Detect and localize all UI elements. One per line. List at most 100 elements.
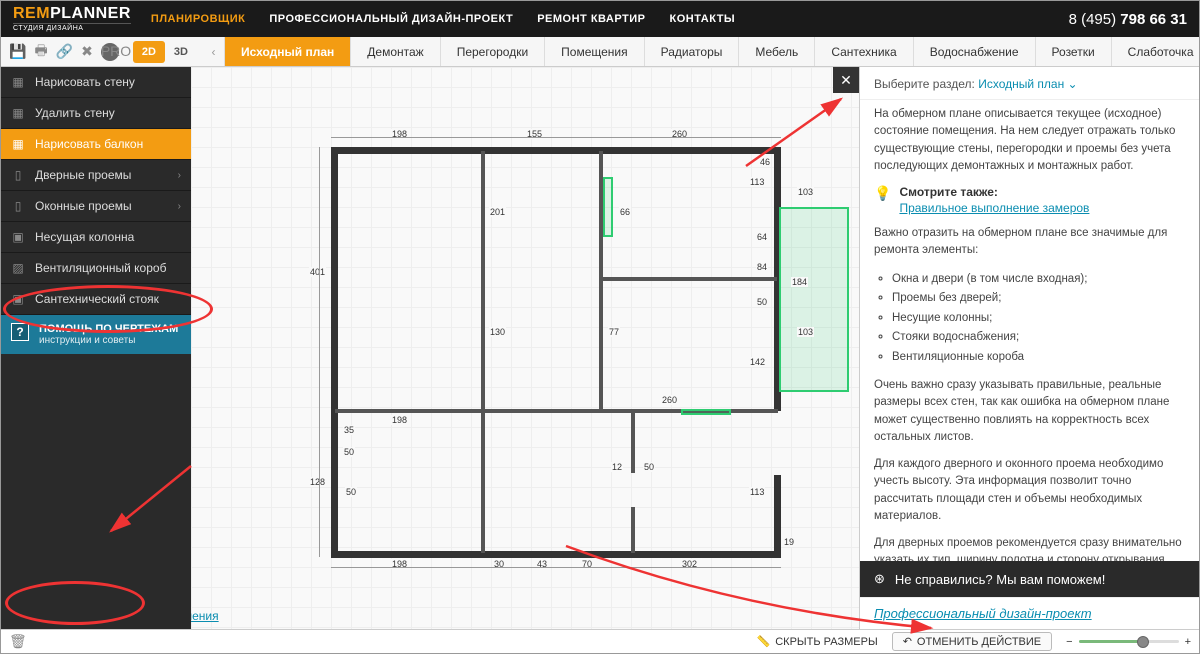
zoom-track[interactable] <box>1079 640 1179 643</box>
help-panel: ✕ Выберите раздел: Исходный план ⌄ На об… <box>859 67 1199 629</box>
section-select[interactable]: Исходный план ⌄ <box>978 77 1077 91</box>
see-also-title: Смотрите также: <box>899 185 1089 199</box>
sidebar-label: Сантехнический стояк <box>35 292 159 306</box>
help-text: На обмерном плане описывается текущее (и… <box>874 106 1185 175</box>
sidebar-item-column[interactable]: ▣ Несущая колонна <box>1 222 191 253</box>
zoom-thumb[interactable] <box>1137 636 1149 648</box>
ruler-icon: 📏 <box>757 635 771 648</box>
tab-plumbing[interactable]: Сантехника <box>815 37 913 66</box>
list-item: Проемы без дверей; <box>892 289 1185 309</box>
view-2d-button[interactable]: 2D <box>133 41 165 63</box>
nav-planner[interactable]: ПЛАНИРОВЩИК <box>151 13 245 25</box>
sidebar-label: Нарисовать стену <box>35 75 135 89</box>
support-icon: ⊛ <box>874 571 885 587</box>
chevron-right-icon: › <box>178 170 181 181</box>
vent-icon: ▨ <box>11 261 25 275</box>
hide-sizes-button[interactable]: 📏СКРЫТЬ РАЗМЕРЫ <box>757 635 878 648</box>
help-drawings-button[interactable]: ? ПОМОЩЬ ПО ЧЕРТЕЖАМ инструкции и советы <box>1 315 191 354</box>
logo[interactable]: REMPLANNER СТУДИЯ ДИЗАЙНА <box>13 6 131 32</box>
help-subtitle: инструкции и советы <box>39 335 178 346</box>
window-icon: ▯ <box>11 199 25 213</box>
sidebar-item-windows[interactable]: ▯ Оконные проемы › <box>1 191 191 222</box>
zoom-in-icon[interactable]: + <box>1185 636 1191 648</box>
help-cta-button[interactable]: ⊛ Не справились? Мы вам поможем! <box>860 561 1199 597</box>
tab-lowcurrent[interactable]: Слаботочка <box>1112 37 1199 66</box>
sidebar-label: Оконные проемы <box>35 199 132 213</box>
left-sidebar: ▦ Нарисовать стену ▦ Удалить стену ▦ Нарисо… <box>1 67 191 629</box>
floorplan-canvas[interactable]: 198 155 260 401 128 66 113 46 103 184 64… <box>191 67 859 629</box>
status-bar: 🗑 📏СКРЫТЬ РАЗМЕРЫ ↶ОТМЕНИТЬ ДЕЙСТВИЕ − + <box>1 629 1199 653</box>
tool-icons: 💾 🖶 🔗 ✖ PRO <box>1 37 127 66</box>
tab-partitions[interactable]: Перегородки <box>441 37 545 66</box>
tools-icon[interactable]: ✖ <box>81 43 93 60</box>
help-text: Для дверных проемов рекомендуется сразу … <box>874 535 1185 561</box>
list-item: Стояки водоснабжения; <box>892 328 1185 348</box>
tab-rooms[interactable]: Помещения <box>545 37 644 66</box>
section-select-label: Выберите раздел: <box>874 77 975 91</box>
main-nav: ПЛАНИРОВЩИК ПРОФЕССИОНАЛЬНЫЙ ДИЗАЙН-ПРОЕ… <box>151 13 735 25</box>
logo-text: REMPLANNER <box>13 6 131 22</box>
help-panel-header: Выберите раздел: Исходный план ⌄ <box>860 67 1199 100</box>
nav-design[interactable]: ПРОФЕССИОНАЛЬНЫЙ ДИЗАЙН-ПРОЕКТ <box>269 13 513 25</box>
nav-contacts[interactable]: КОНТАКТЫ <box>670 13 736 25</box>
sidebar-label: Дверные проемы <box>35 168 131 182</box>
toolbar: 💾 🖶 🔗 ✖ PRO 2D 3D ‹ Исходный план Демонт… <box>1 37 1199 67</box>
sidebar-item-vent[interactable]: ▨ Вентиляционный короб <box>1 253 191 284</box>
view-mode-switch: 2D 3D <box>133 37 197 66</box>
list-item: Несущие колонны; <box>892 309 1185 329</box>
sidebar-label: Удалить стену <box>35 106 115 120</box>
tab-demolition[interactable]: Демонтаж <box>351 37 440 66</box>
sidebar-item-pipe[interactable]: ▣ Сантехнический стояк <box>1 284 191 315</box>
tabs-scroll-left[interactable]: ‹ <box>203 37 225 66</box>
sidebar-item-doors[interactable]: ▯ Дверные проемы › <box>1 160 191 191</box>
help-text: Для каждого дверного и оконного проема н… <box>874 456 1185 525</box>
sidebar-label: Нарисовать балкон <box>35 137 143 151</box>
erase-icon: ▦ <box>11 106 25 120</box>
help-title: ПОМОЩЬ ПО ЧЕРТЕЖАМ <box>39 323 178 335</box>
lightbulb-icon: 💡 <box>874 185 891 202</box>
app-header: REMPLANNER СТУДИЯ ДИЗАЙНА ПЛАНИРОВЩИК ПР… <box>1 1 1199 37</box>
save-icon[interactable]: 💾 <box>9 43 26 60</box>
chevron-down-icon: ⌄ <box>1068 77 1078 91</box>
undo-button[interactable]: ↶ОТМЕНИТЬ ДЕЙСТВИЕ <box>892 632 1052 651</box>
question-icon: ? <box>11 323 29 341</box>
sidebar-item-delete-wall[interactable]: ▦ Удалить стену <box>1 98 191 129</box>
help-bullet-list: Окна и двери (в том числе входная); Прое… <box>892 270 1185 368</box>
chevron-right-icon: › <box>178 201 181 212</box>
pipe-icon: ▣ <box>11 292 25 306</box>
list-item: Окна и двери (в том числе входная); <box>892 270 1185 290</box>
tab-radiators[interactable]: Радиаторы <box>645 37 740 66</box>
sidebar-label: Вентиляционный короб <box>35 261 166 275</box>
pro-badge-icon[interactable]: PRO <box>101 43 119 61</box>
balcony-outline[interactable] <box>779 207 849 392</box>
tab-initial-plan[interactable]: Исходный план <box>225 37 351 66</box>
help-text: Важно отразить на обмерном плане все зна… <box>874 225 1185 260</box>
plan-tabs: Исходный план Демонтаж Перегородки Помещ… <box>225 37 1199 66</box>
main-area: ▦ Нарисовать стену ▦ Удалить стену ▦ Нарисо… <box>1 67 1199 629</box>
column-icon: ▣ <box>11 230 25 244</box>
trash-icon[interactable]: 🗑 <box>9 633 27 650</box>
floorplan[interactable]: 198 155 260 401 128 66 113 46 103 184 64… <box>331 127 831 547</box>
sidebar-item-draw-wall[interactable]: ▦ Нарисовать стену <box>1 67 191 98</box>
tab-sockets[interactable]: Розетки <box>1036 37 1112 66</box>
sidebar-item-draw-balcony[interactable]: ▦ Нарисовать балкон <box>1 129 191 160</box>
undo-icon: ↶ <box>903 635 912 648</box>
door-icon: ▯ <box>11 168 25 182</box>
help-link-measures[interactable]: Правильное выполнение замеров <box>899 201 1089 215</box>
grid-icon: ▦ <box>11 75 25 89</box>
tab-furniture[interactable]: Мебель <box>739 37 815 66</box>
print-icon[interactable]: 🖶 <box>34 40 47 64</box>
zoom-out-icon[interactable]: − <box>1066 636 1072 648</box>
link-icon[interactable]: 🔗 <box>56 43 73 60</box>
help-text: Очень важно сразу указывать правильные, … <box>874 377 1185 446</box>
see-also-block: 💡 Смотрите также: Правильное выполнение … <box>874 185 1185 215</box>
zoom-slider[interactable]: − + <box>1066 636 1191 648</box>
tab-water[interactable]: Водоснабжение <box>914 37 1036 66</box>
sidebar-label: Несущая колонна <box>35 230 134 244</box>
view-3d-button[interactable]: 3D <box>165 41 197 63</box>
cta-label: Не справились? Мы вам поможем! <box>895 572 1105 587</box>
balcony-icon: ▦ <box>11 137 25 151</box>
nav-repair[interactable]: РЕМОНТ КВАРТИР <box>537 13 645 25</box>
pro-design-link[interactable]: Профессиональный дизайн-проект <box>860 597 1199 629</box>
help-panel-body[interactable]: На обмерном плане описывается текущее (и… <box>860 100 1199 561</box>
